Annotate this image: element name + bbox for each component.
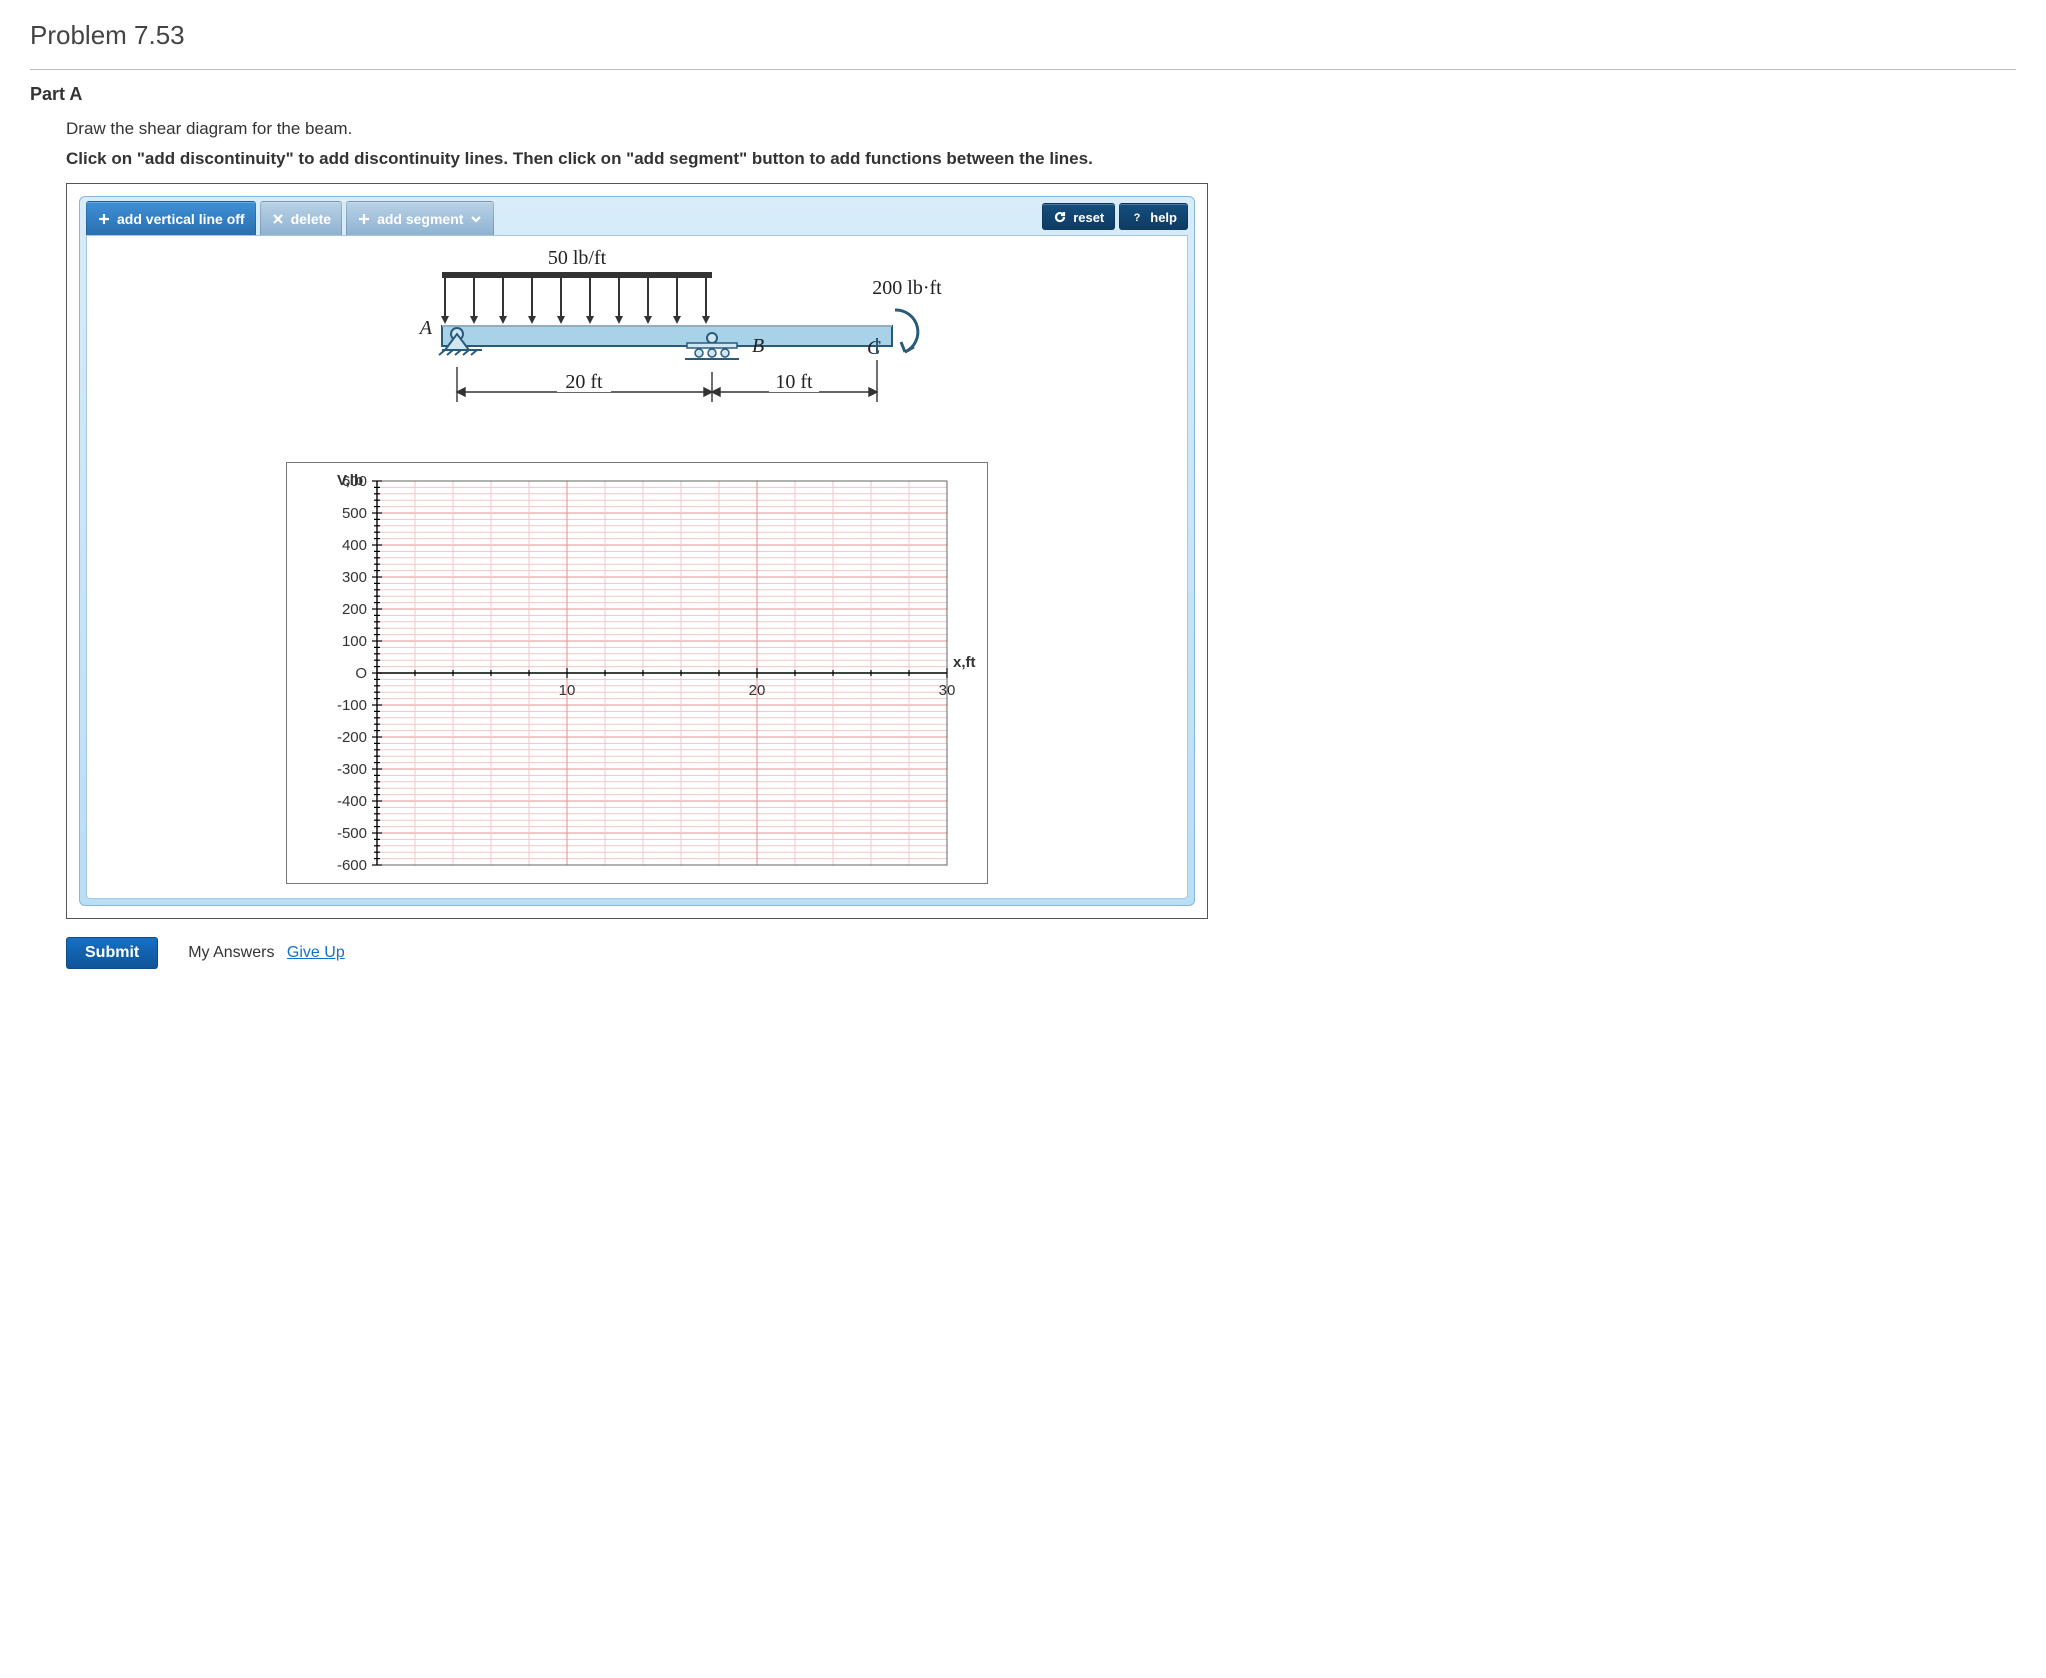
- reset-label: reset: [1073, 210, 1104, 225]
- shear-chart[interactable]: -600 -500 -400 -300 -200 -100 O 100 200 300 400 500…: [286, 462, 988, 884]
- dim-10ft-b: 10 ft: [775, 371, 813, 393]
- beam-body: [442, 326, 892, 346]
- svg-text:400: 400: [342, 537, 367, 554]
- drawing-widget: add vertical line off delete add segment: [79, 196, 1195, 906]
- svg-text:-300: -300: [337, 761, 367, 778]
- problem-title: Problem 7.53: [30, 20, 2016, 51]
- plus-icon: [97, 212, 111, 226]
- svg-text:V,lb: V,lb: [337, 472, 363, 489]
- label-B: B: [752, 335, 764, 357]
- chevron-down-icon: [469, 212, 483, 226]
- label-C: C: [867, 337, 881, 359]
- svg-text:100: 100: [342, 633, 367, 650]
- moment-label: 200 lb·ft: [872, 277, 942, 299]
- part-heading: Part A: [30, 84, 2016, 105]
- add-vertical-line-button[interactable]: add vertical line off: [86, 201, 256, 235]
- plus-icon: [357, 212, 371, 226]
- moment-C: [895, 310, 918, 352]
- svg-text:?: ?: [1134, 212, 1141, 223]
- delete-label: delete: [291, 211, 331, 227]
- dim-20ft-b: 20 ft: [565, 371, 603, 393]
- svg-text:-600: -600: [337, 857, 367, 874]
- instruction-2: Click on "add discontinuity" to add disc…: [66, 149, 2016, 169]
- x-icon: [271, 212, 285, 226]
- title-divider: [30, 69, 2016, 70]
- svg-text:-400: -400: [337, 793, 367, 810]
- svg-text:30: 30: [939, 682, 956, 699]
- give-up-link[interactable]: Give Up: [287, 944, 345, 961]
- label-A: A: [418, 317, 433, 339]
- my-answers-label: My Answers: [188, 944, 274, 961]
- svg-text:300: 300: [342, 569, 367, 586]
- submit-button[interactable]: Submit: [66, 937, 158, 969]
- add-segment-label: add segment: [377, 211, 463, 227]
- svg-text:x,ft: x,ft: [953, 654, 976, 671]
- svg-text:10: 10: [559, 682, 576, 699]
- reset-button[interactable]: reset: [1042, 203, 1115, 230]
- drawing-widget-frame: add vertical line off delete add segment: [66, 183, 1208, 919]
- beam-diagram: 50 lb/ft A: [287, 242, 987, 452]
- svg-text:20: 20: [749, 682, 766, 699]
- svg-text:500: 500: [342, 505, 367, 522]
- dist-load-label: 50 lb/ft: [548, 247, 607, 269]
- svg-text:200: 200: [342, 601, 367, 618]
- instruction-1: Draw the shear diagram for the beam.: [66, 119, 2016, 139]
- add-segment-button[interactable]: add segment: [346, 201, 494, 235]
- reset-icon: [1053, 210, 1067, 224]
- canvas-area: 50 lb/ft A: [86, 235, 1188, 899]
- toolbar: add vertical line off delete add segment: [80, 197, 1194, 235]
- add-vertical-label: add vertical line off: [117, 211, 245, 227]
- svg-text:O: O: [355, 665, 367, 682]
- svg-text:-100: -100: [337, 697, 367, 714]
- help-button[interactable]: ? help: [1119, 203, 1188, 230]
- help-icon: ?: [1130, 210, 1144, 224]
- svg-text:-500: -500: [337, 825, 367, 842]
- svg-text:-200: -200: [337, 729, 367, 746]
- submit-row: Submit My Answers Give Up: [66, 937, 2016, 969]
- delete-button[interactable]: delete: [260, 201, 342, 235]
- help-label: help: [1150, 210, 1177, 225]
